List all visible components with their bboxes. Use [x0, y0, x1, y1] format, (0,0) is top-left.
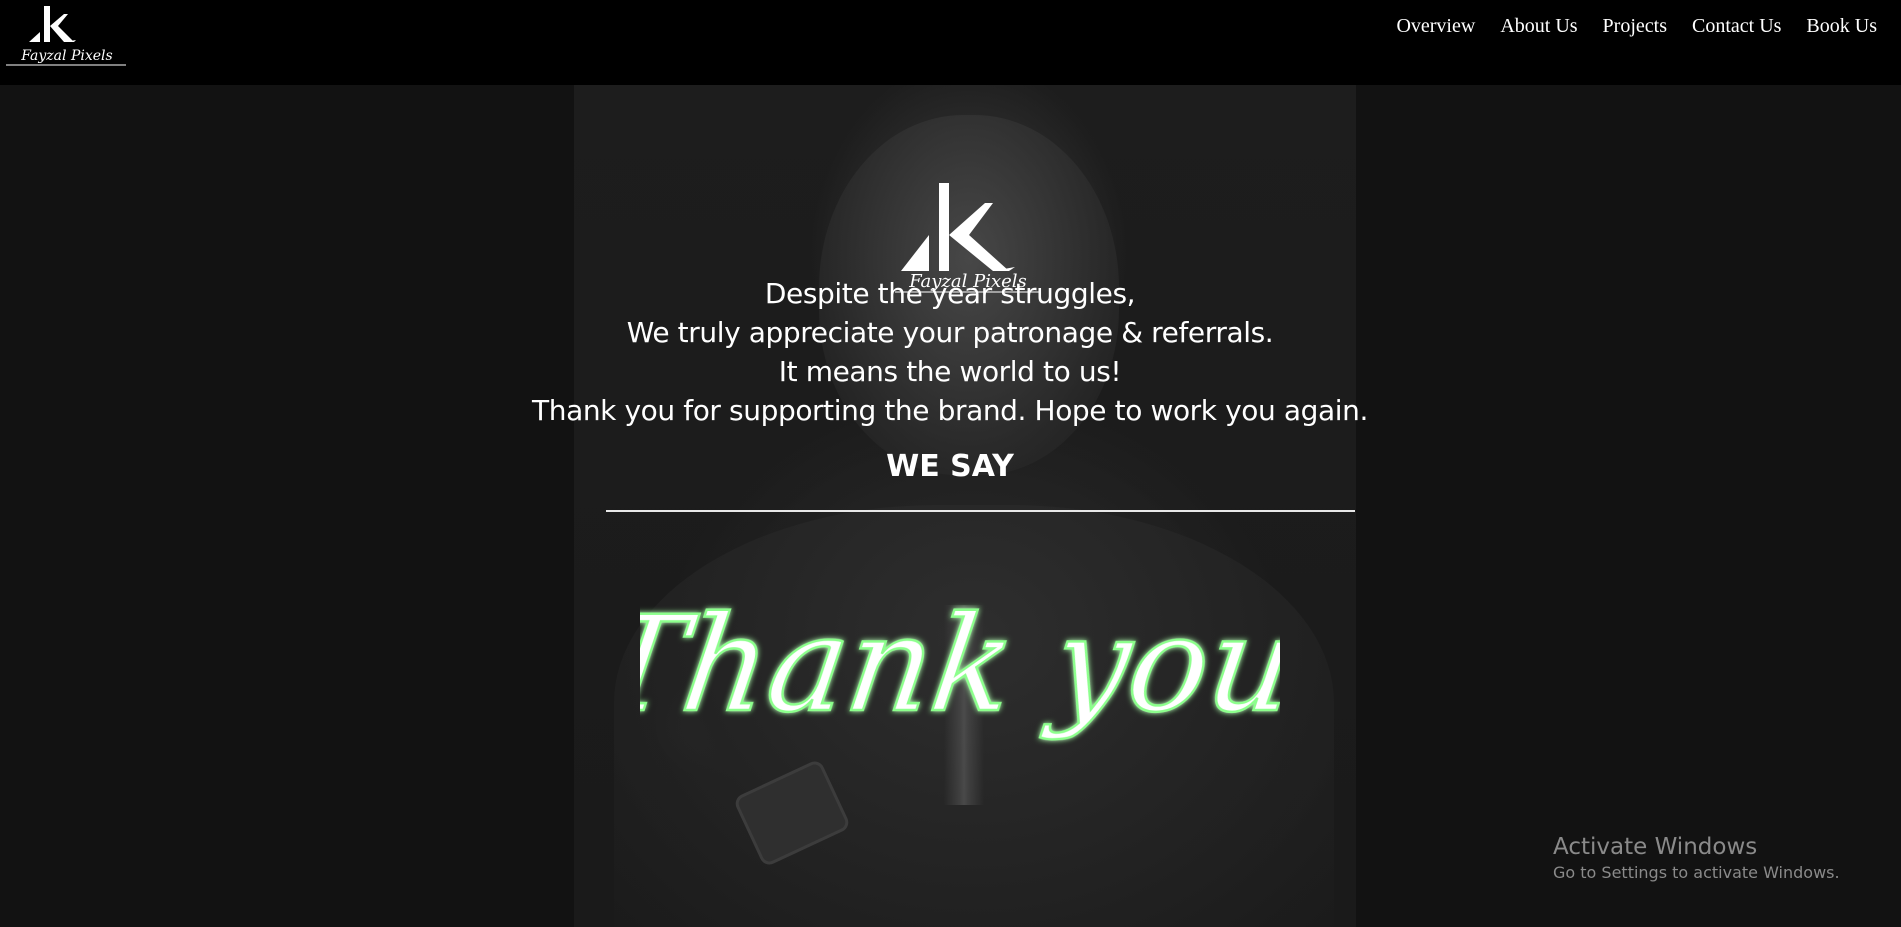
nav-contact-us[interactable]: Contact Us [1692, 14, 1781, 38]
nav-book-us[interactable]: Book Us [1806, 14, 1877, 38]
message-line-3: It means the world to us! [778, 355, 1122, 388]
message-line-2: We truly appreciate your patronage & ref… [626, 316, 1274, 349]
thank-you-script: Thank you [640, 587, 1280, 743]
nav-projects[interactable]: Projects [1603, 14, 1667, 38]
activation-subtitle: Go to Settings to activate Windows. [1553, 863, 1840, 882]
main-nav: Overview About Us Projects Contact Us Bo… [1396, 14, 1877, 38]
site-header: Fayzal Pixels Overview About Us Projects… [0, 0, 1901, 85]
header-logo[interactable]: Fayzal Pixels [4, 2, 128, 72]
appreciation-message: Despite the year struggles, We truly app… [450, 274, 1450, 430]
windows-activation-watermark: Activate Windows Go to Settings to activ… [1553, 832, 1840, 884]
header-logo-text: Fayzal Pixels [20, 48, 112, 64]
brand-logo-icon: Fayzal Pixels [6, 6, 126, 66]
nav-overview[interactable]: Overview [1396, 14, 1475, 38]
message-line-4: Thank you for supporting the brand. Hope… [532, 394, 1368, 427]
we-say-heading: WE SAY [886, 449, 1014, 484]
thank-you-text: Thank you [640, 589, 1280, 742]
page: Fayzal Pixels Overview About Us Projects… [0, 0, 1901, 927]
divider-line [606, 510, 1355, 512]
activation-title: Activate Windows [1553, 834, 1758, 860]
nav-about-us[interactable]: About Us [1500, 14, 1577, 38]
message-line-1: Despite the year struggles, [764, 277, 1136, 310]
